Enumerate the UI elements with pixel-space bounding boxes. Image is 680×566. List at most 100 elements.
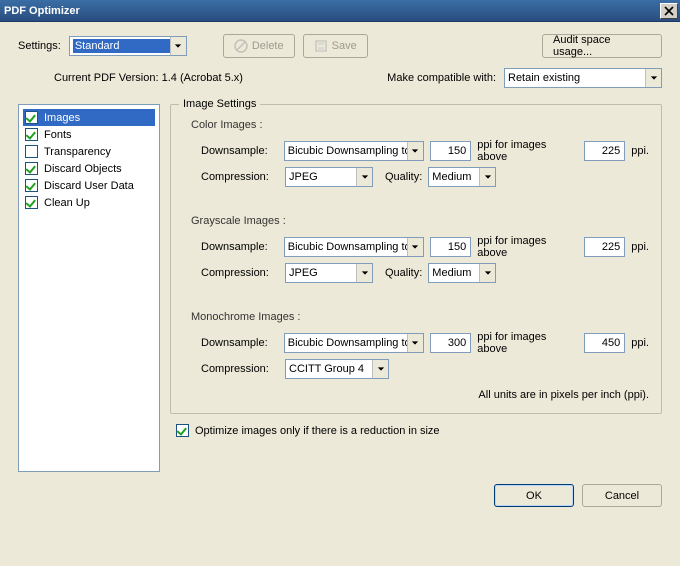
title-bar: PDF Optimizer: [0, 0, 680, 22]
category-item[interactable]: Discard Objects: [25, 160, 153, 177]
ppi-label: ppi.: [631, 241, 649, 253]
toolbar: Settings: Standard Delete Save Audit spa…: [18, 34, 662, 58]
category-label: Discard User Data: [44, 180, 134, 192]
delete-icon: [234, 39, 248, 53]
compat-dropdown[interactable]: Retain existing: [504, 68, 662, 88]
chevron-down-icon: [170, 37, 186, 55]
category-label: Clean Up: [44, 197, 90, 209]
mono-downsample-dropdown[interactable]: Bicubic Downsampling to: [284, 333, 424, 353]
input-value: 225: [602, 241, 620, 253]
category-label: Fonts: [44, 129, 72, 141]
category-item[interactable]: Transparency: [25, 143, 153, 160]
dropdown-value: JPEG: [289, 171, 356, 183]
input-value: 150: [448, 241, 466, 253]
units-note: All units are in pixels per inch (ppi).: [183, 389, 649, 401]
category-checkbox[interactable]: [25, 179, 38, 192]
dropdown-value: Bicubic Downsampling to: [288, 241, 407, 253]
dropdown-value: CCITT Group 4: [289, 363, 372, 375]
mono-above-ppi-input[interactable]: 450: [584, 333, 625, 353]
input-value: 150: [448, 145, 466, 157]
audit-space-button[interactable]: Audit space usage...: [542, 34, 662, 58]
dropdown-value: Bicubic Downsampling to: [288, 145, 407, 157]
chevron-down-icon: [479, 168, 495, 186]
color-ppi-input[interactable]: 150: [430, 141, 471, 161]
audit-label: Audit space usage...: [553, 34, 651, 58]
ppi-label: ppi.: [631, 145, 649, 157]
ok-button[interactable]: OK: [494, 484, 574, 507]
input-value: 225: [602, 145, 620, 157]
category-item[interactable]: Clean Up: [25, 194, 153, 211]
downsample-label: Downsample:: [201, 241, 278, 253]
category-checkbox[interactable]: [25, 196, 38, 209]
dropdown-value: Bicubic Downsampling to: [288, 337, 407, 349]
chevron-down-icon: [407, 142, 423, 160]
chevron-down-icon: [479, 264, 495, 282]
ppi-label: ppi.: [631, 337, 649, 349]
monochrome-images-head: Monochrome Images :: [191, 311, 649, 323]
settings-dropdown[interactable]: Standard: [69, 36, 187, 56]
category-list[interactable]: Images Fonts Transparency Discard Objects Di…: [18, 104, 160, 472]
optimize-only-checkbox[interactable]: [176, 424, 189, 437]
group-legend: Image Settings: [179, 98, 260, 110]
color-downsample-dropdown[interactable]: Bicubic Downsampling to: [284, 141, 424, 161]
category-item[interactable]: Images: [23, 109, 155, 126]
settings-value: Standard: [73, 39, 170, 53]
image-settings-group: Image Settings Color Images : Downsample…: [170, 104, 662, 414]
above-label: ppi for images above: [477, 139, 578, 163]
dropdown-value: JPEG: [289, 267, 356, 279]
dropdown-value: Medium: [432, 171, 479, 183]
cancel-button[interactable]: Cancel: [582, 484, 662, 507]
mono-ppi-input[interactable]: 300: [430, 333, 471, 353]
color-images-head: Color Images :: [191, 119, 649, 131]
gray-ppi-input[interactable]: 150: [430, 237, 471, 257]
category-label: Discard Objects: [44, 163, 122, 175]
save-button: Save: [303, 34, 368, 58]
button-label: OK: [526, 490, 542, 502]
category-item[interactable]: Discard User Data: [25, 177, 153, 194]
category-checkbox[interactable]: [25, 128, 38, 141]
optimize-only-row: Optimize images only if there is a reduc…: [176, 424, 662, 437]
quality-label: Quality:: [385, 267, 422, 279]
chevron-down-icon: [356, 264, 372, 282]
gray-quality-dropdown[interactable]: Medium: [428, 263, 496, 283]
quality-label: Quality:: [385, 171, 422, 183]
gray-compression-dropdown[interactable]: JPEG: [285, 263, 373, 283]
color-compression-dropdown[interactable]: JPEG: [285, 167, 373, 187]
mono-compression-dropdown[interactable]: CCITT Group 4: [285, 359, 389, 379]
input-value: 450: [602, 337, 620, 349]
version-row: Current PDF Version: 1.4 (Acrobat 5.x) M…: [54, 68, 662, 88]
dialog-footer: OK Cancel: [18, 484, 662, 507]
gray-downsample-dropdown[interactable]: Bicubic Downsampling to: [284, 237, 424, 257]
delete-button: Delete: [223, 34, 295, 58]
above-label: ppi for images above: [477, 235, 578, 259]
category-checkbox[interactable]: [25, 162, 38, 175]
chevron-down-icon: [407, 334, 423, 352]
category-item[interactable]: Fonts: [25, 126, 153, 143]
compat-label: Make compatible with:: [387, 72, 496, 84]
downsample-label: Downsample:: [201, 337, 278, 349]
current-version-label: Current PDF Version: 1.4 (Acrobat 5.x): [54, 72, 243, 84]
input-value: 300: [448, 337, 466, 349]
compression-label: Compression:: [201, 267, 279, 279]
save-label: Save: [332, 40, 357, 52]
category-label: Transparency: [44, 146, 111, 158]
compression-label: Compression:: [201, 171, 279, 183]
above-label: ppi for images above: [477, 331, 578, 355]
dropdown-value: Medium: [432, 267, 479, 279]
close-button[interactable]: [660, 3, 678, 19]
color-quality-dropdown[interactable]: Medium: [428, 167, 496, 187]
grayscale-images-head: Grayscale Images :: [191, 215, 649, 227]
close-icon: [664, 6, 674, 16]
button-label: Cancel: [605, 490, 639, 502]
optimize-only-label: Optimize images only if there is a reduc…: [195, 425, 440, 437]
downsample-label: Downsample:: [201, 145, 278, 157]
category-checkbox[interactable]: [25, 111, 38, 124]
category-label: Images: [44, 112, 80, 124]
color-above-ppi-input[interactable]: 225: [584, 141, 625, 161]
category-checkbox[interactable]: [25, 145, 38, 158]
compat-value: Retain existing: [508, 72, 645, 84]
window-title: PDF Optimizer: [4, 5, 660, 17]
delete-label: Delete: [252, 40, 284, 52]
gray-above-ppi-input[interactable]: 225: [584, 237, 625, 257]
settings-label: Settings:: [18, 40, 61, 52]
